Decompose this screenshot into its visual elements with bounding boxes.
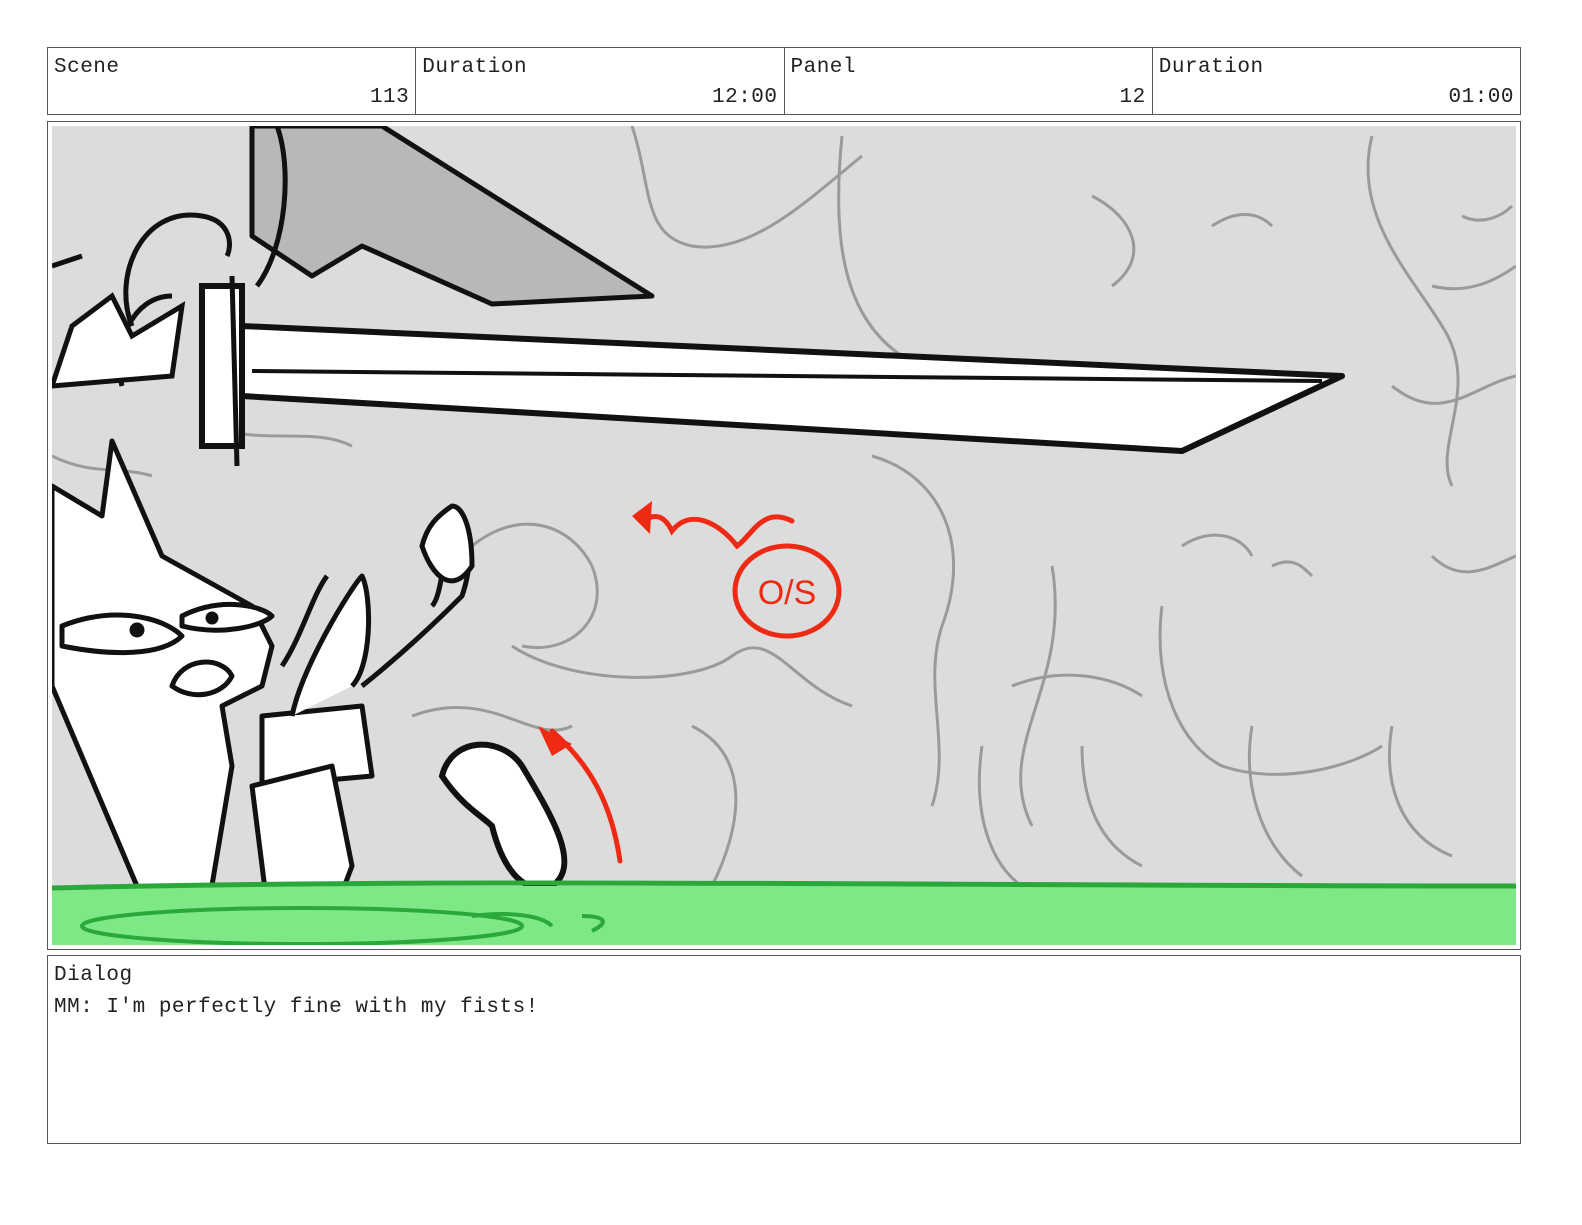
green-slime	[52, 886, 1516, 945]
scene-number: 113	[369, 86, 410, 109]
panel-duration-label: Duration	[1158, 56, 1264, 79]
scene-cell: Scene 113	[48, 48, 417, 114]
panel-info-header: Scene 113 Duration 12:00 Panel 12 Durati…	[47, 47, 1521, 115]
panel-label: Panel	[790, 56, 857, 79]
scene-label: Scene	[54, 56, 120, 79]
scene-duration-label: Duration	[422, 56, 528, 79]
panel-number: 12	[1119, 86, 1146, 109]
dialog-text: MM: I'm perfectly fine with my fists!	[54, 996, 539, 1019]
storyboard-drawing: O/S	[52, 126, 1516, 945]
dialog-label: Dialog	[54, 964, 133, 987]
panel-duration-cell: Duration 01:00	[1153, 48, 1520, 114]
dialog-box: Dialog MM: I'm perfectly fine with my fi…	[47, 955, 1521, 1144]
panel-duration-value: 01:00	[1448, 86, 1514, 109]
offscreen-note: O/S	[758, 574, 817, 612]
storyboard-panel: O/S	[47, 121, 1521, 950]
scene-duration-value: 12:00	[711, 86, 778, 109]
panel-cell: Panel 12	[785, 48, 1153, 114]
scene-duration-cell: Duration 12:00	[416, 48, 785, 114]
